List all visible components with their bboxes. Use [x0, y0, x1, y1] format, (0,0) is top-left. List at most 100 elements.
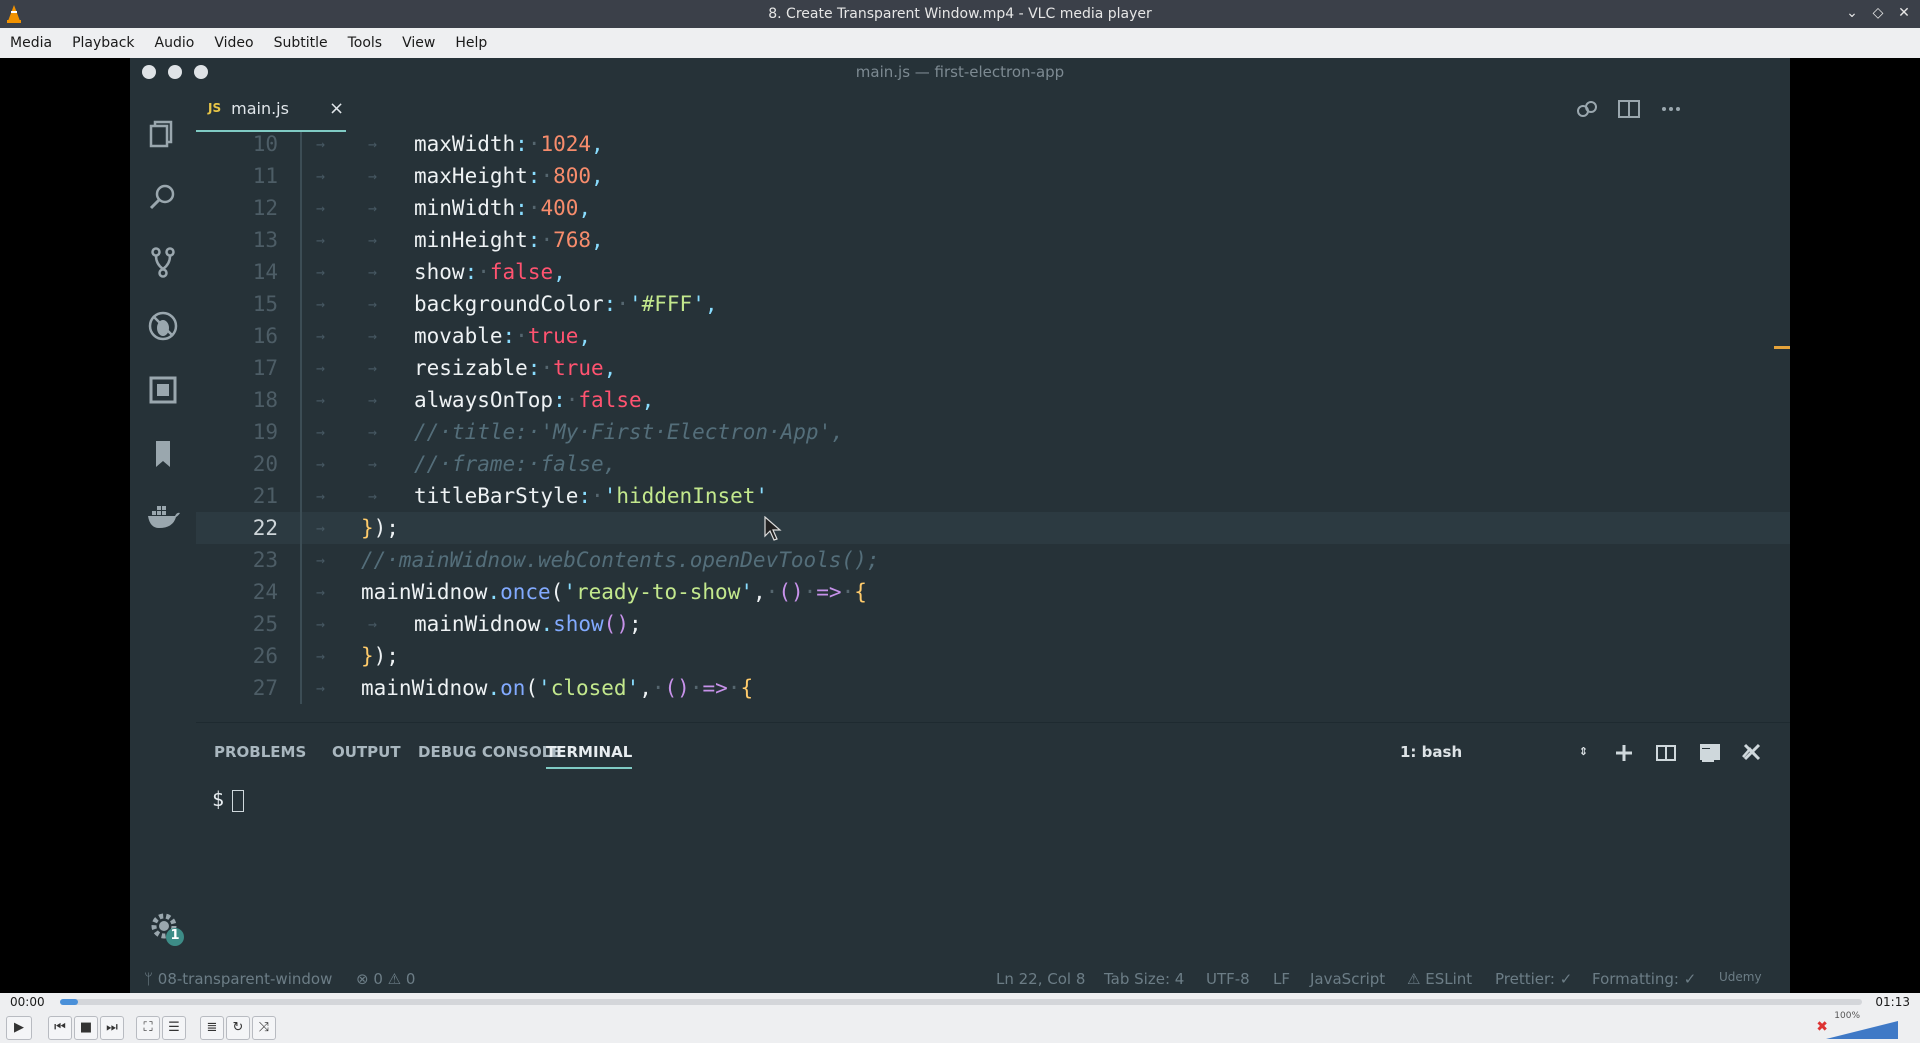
code-line[interactable]: 19 → → //·title:·'My·First·Electron·App', [196, 416, 1790, 448]
tab-debug-console[interactable]: DEBUG CONSOLE [418, 743, 562, 761]
minimize-icon[interactable]: ⌄ [1844, 4, 1860, 22]
code-token: , [641, 388, 655, 412]
menu-subtitle[interactable]: Subtitle [264, 35, 338, 51]
split-terminal-icon[interactable] [1654, 741, 1678, 765]
code-line[interactable]: 20 → → //·frame:·false, [196, 448, 1790, 480]
tab-terminal[interactable]: TERMINAL [546, 743, 633, 769]
menu-media[interactable]: Media [0, 35, 62, 51]
code-line[interactable]: 21 → → titleBarStyle:·'hiddenInset' [196, 480, 1790, 512]
code-line[interactable]: 14 → → show:·false, [196, 256, 1790, 288]
close-icon[interactable]: ✕ [1896, 4, 1912, 22]
menu-video[interactable]: Video [204, 35, 263, 51]
code-line[interactable]: 23 → //·mainWidnow.webContents.openDevTool… [196, 544, 1790, 576]
code-text: backgroundColor:·'#FFF', [414, 288, 718, 320]
code-line[interactable]: 15 → → backgroundColor:·'#FFF', [196, 288, 1790, 320]
line-number: 20 [252, 452, 278, 476]
fullscreen-button[interactable]: ⛶ [136, 1016, 160, 1040]
code-token: · [727, 676, 741, 700]
new-terminal-icon[interactable] [1612, 741, 1636, 765]
code-token: , [578, 196, 592, 220]
code-line[interactable]: 16 → → movable:·true, [196, 320, 1790, 352]
code-line[interactable]: 22 →}); [196, 512, 1790, 544]
language-mode[interactable]: JavaScript [1310, 970, 1385, 988]
terminal-select[interactable]: 1: bash ⇕ [1390, 737, 1596, 767]
settings-gear-icon[interactable]: 1 [146, 908, 186, 948]
seek-track[interactable] [60, 999, 1862, 1005]
terminal-prompt[interactable]: $ [212, 787, 245, 812]
branch-status[interactable]: ᛘ 08-transparent-window [144, 970, 332, 988]
tab-size[interactable]: Tab Size: 4 [1104, 970, 1184, 988]
code-line[interactable]: 26 →}); [196, 640, 1790, 672]
video-area[interactable]: main.js — first-electron-app JS main.js … [0, 58, 1920, 993]
problems-status[interactable]: ⊗ 0 ⚠ 0 [356, 970, 415, 988]
tab-close-icon[interactable]: × [329, 98, 344, 119]
cursor-position[interactable]: Ln 22, Col 8 [996, 970, 1085, 988]
code-token: { [740, 676, 754, 700]
loop-button[interactable]: ↻ [226, 1016, 250, 1040]
code-token: //·mainWidnow.webContents.openDevTools()… [361, 548, 880, 572]
end-of-line[interactable]: LF [1273, 970, 1290, 988]
play-button[interactable]: ▶ [6, 1016, 32, 1040]
code-token: () [603, 612, 629, 636]
tab-main-js[interactable]: JS main.js × [196, 86, 346, 132]
code-editor[interactable]: 10 → → maxWidth:·1024, 11 → → maxHeight:·800, 12… [196, 132, 1790, 722]
code-text: minHeight:·768, [414, 224, 604, 256]
eslint-warning-icon: ⚠ [1407, 970, 1426, 988]
code-token: : [515, 132, 528, 156]
toggle-panel-position-icon[interactable] [1698, 740, 1722, 764]
code-line[interactable]: 11 → → maxHeight:·800, [196, 160, 1790, 192]
split-editor-icon[interactable] [1616, 96, 1642, 122]
error-count: 0 [373, 970, 383, 988]
line-number: 17 [252, 356, 278, 380]
code-line-partial [196, 704, 1790, 722]
code-line[interactable]: 13 → → minHeight:·768, [196, 224, 1790, 256]
maximize-icon[interactable]: ◇ [1870, 4, 1886, 22]
shuffle-button[interactable]: ⤨ [252, 1016, 276, 1040]
line-number: 18 [252, 388, 278, 412]
code-token: · [540, 164, 554, 188]
code-token: resizable [414, 356, 528, 380]
next-button[interactable]: ⏭ [100, 1016, 124, 1040]
tab-problems[interactable]: PROBLEMS [214, 743, 306, 761]
whitespace-tab-marker: → [316, 391, 326, 409]
menu-tools[interactable]: Tools [338, 35, 393, 51]
code-line[interactable]: 25 → → mainWidnow.show(); [196, 608, 1790, 640]
code-line[interactable]: 12 → → minWidth:·400, [196, 192, 1790, 224]
code-text: //·mainWidnow.webContents.openDevTools()… [361, 544, 879, 576]
code-token: . [540, 612, 554, 636]
code-token: , [591, 164, 604, 188]
whitespace-tab-marker: → [316, 199, 326, 217]
code-token: } [361, 516, 374, 540]
line-number: 27 [252, 676, 278, 700]
indent-guide [300, 288, 302, 320]
eslint-status[interactable]: ⚠ ESLint [1407, 970, 1472, 988]
whitespace-tab-marker: → [368, 263, 378, 281]
code-line[interactable]: 18 → → alwaysOnTop:·false, [196, 384, 1790, 416]
code-token: 800 [553, 164, 592, 188]
tab-output[interactable]: OUTPUT [332, 743, 401, 761]
code-line[interactable]: 10 → → maxWidth:·1024, [196, 132, 1790, 160]
menu-view[interactable]: View [392, 35, 445, 51]
activity-bar [130, 86, 196, 966]
stop-button[interactable]: ■ [74, 1016, 98, 1040]
whitespace-tab-marker: → [368, 391, 378, 409]
code-line[interactable]: 24 → mainWidnow.once('ready-to-show',·()·=… [196, 576, 1790, 608]
code-text: titleBarStyle:·'hiddenInset' [414, 480, 768, 512]
code-line[interactable]: 17 → → resizable:·true, [196, 352, 1790, 384]
extended-settings-button[interactable]: ☰ [162, 1016, 186, 1040]
prettier-status[interactable]: Prettier: ✓ [1495, 970, 1572, 988]
code-token: : [527, 356, 541, 380]
previous-button[interactable]: ⏮ [48, 1016, 72, 1040]
code-line[interactable]: 27 → mainWidnow.on('closed',·()·=>·{ [196, 672, 1790, 704]
encoding[interactable]: UTF-8 [1206, 970, 1250, 988]
formatting-status[interactable]: Formatting: ✓ [1592, 970, 1696, 988]
code-token: once [500, 580, 551, 604]
menu-audio[interactable]: Audio [145, 35, 205, 51]
playlist-button[interactable]: ≣ [200, 1016, 224, 1040]
open-changes-icon[interactable] [1574, 96, 1600, 122]
close-panel-icon[interactable] [1740, 740, 1764, 764]
more-actions-icon[interactable] [1658, 96, 1684, 122]
settings-badge: 1 [170, 928, 180, 943]
menu-playback[interactable]: Playback [62, 35, 144, 51]
menu-help[interactable]: Help [445, 35, 497, 51]
